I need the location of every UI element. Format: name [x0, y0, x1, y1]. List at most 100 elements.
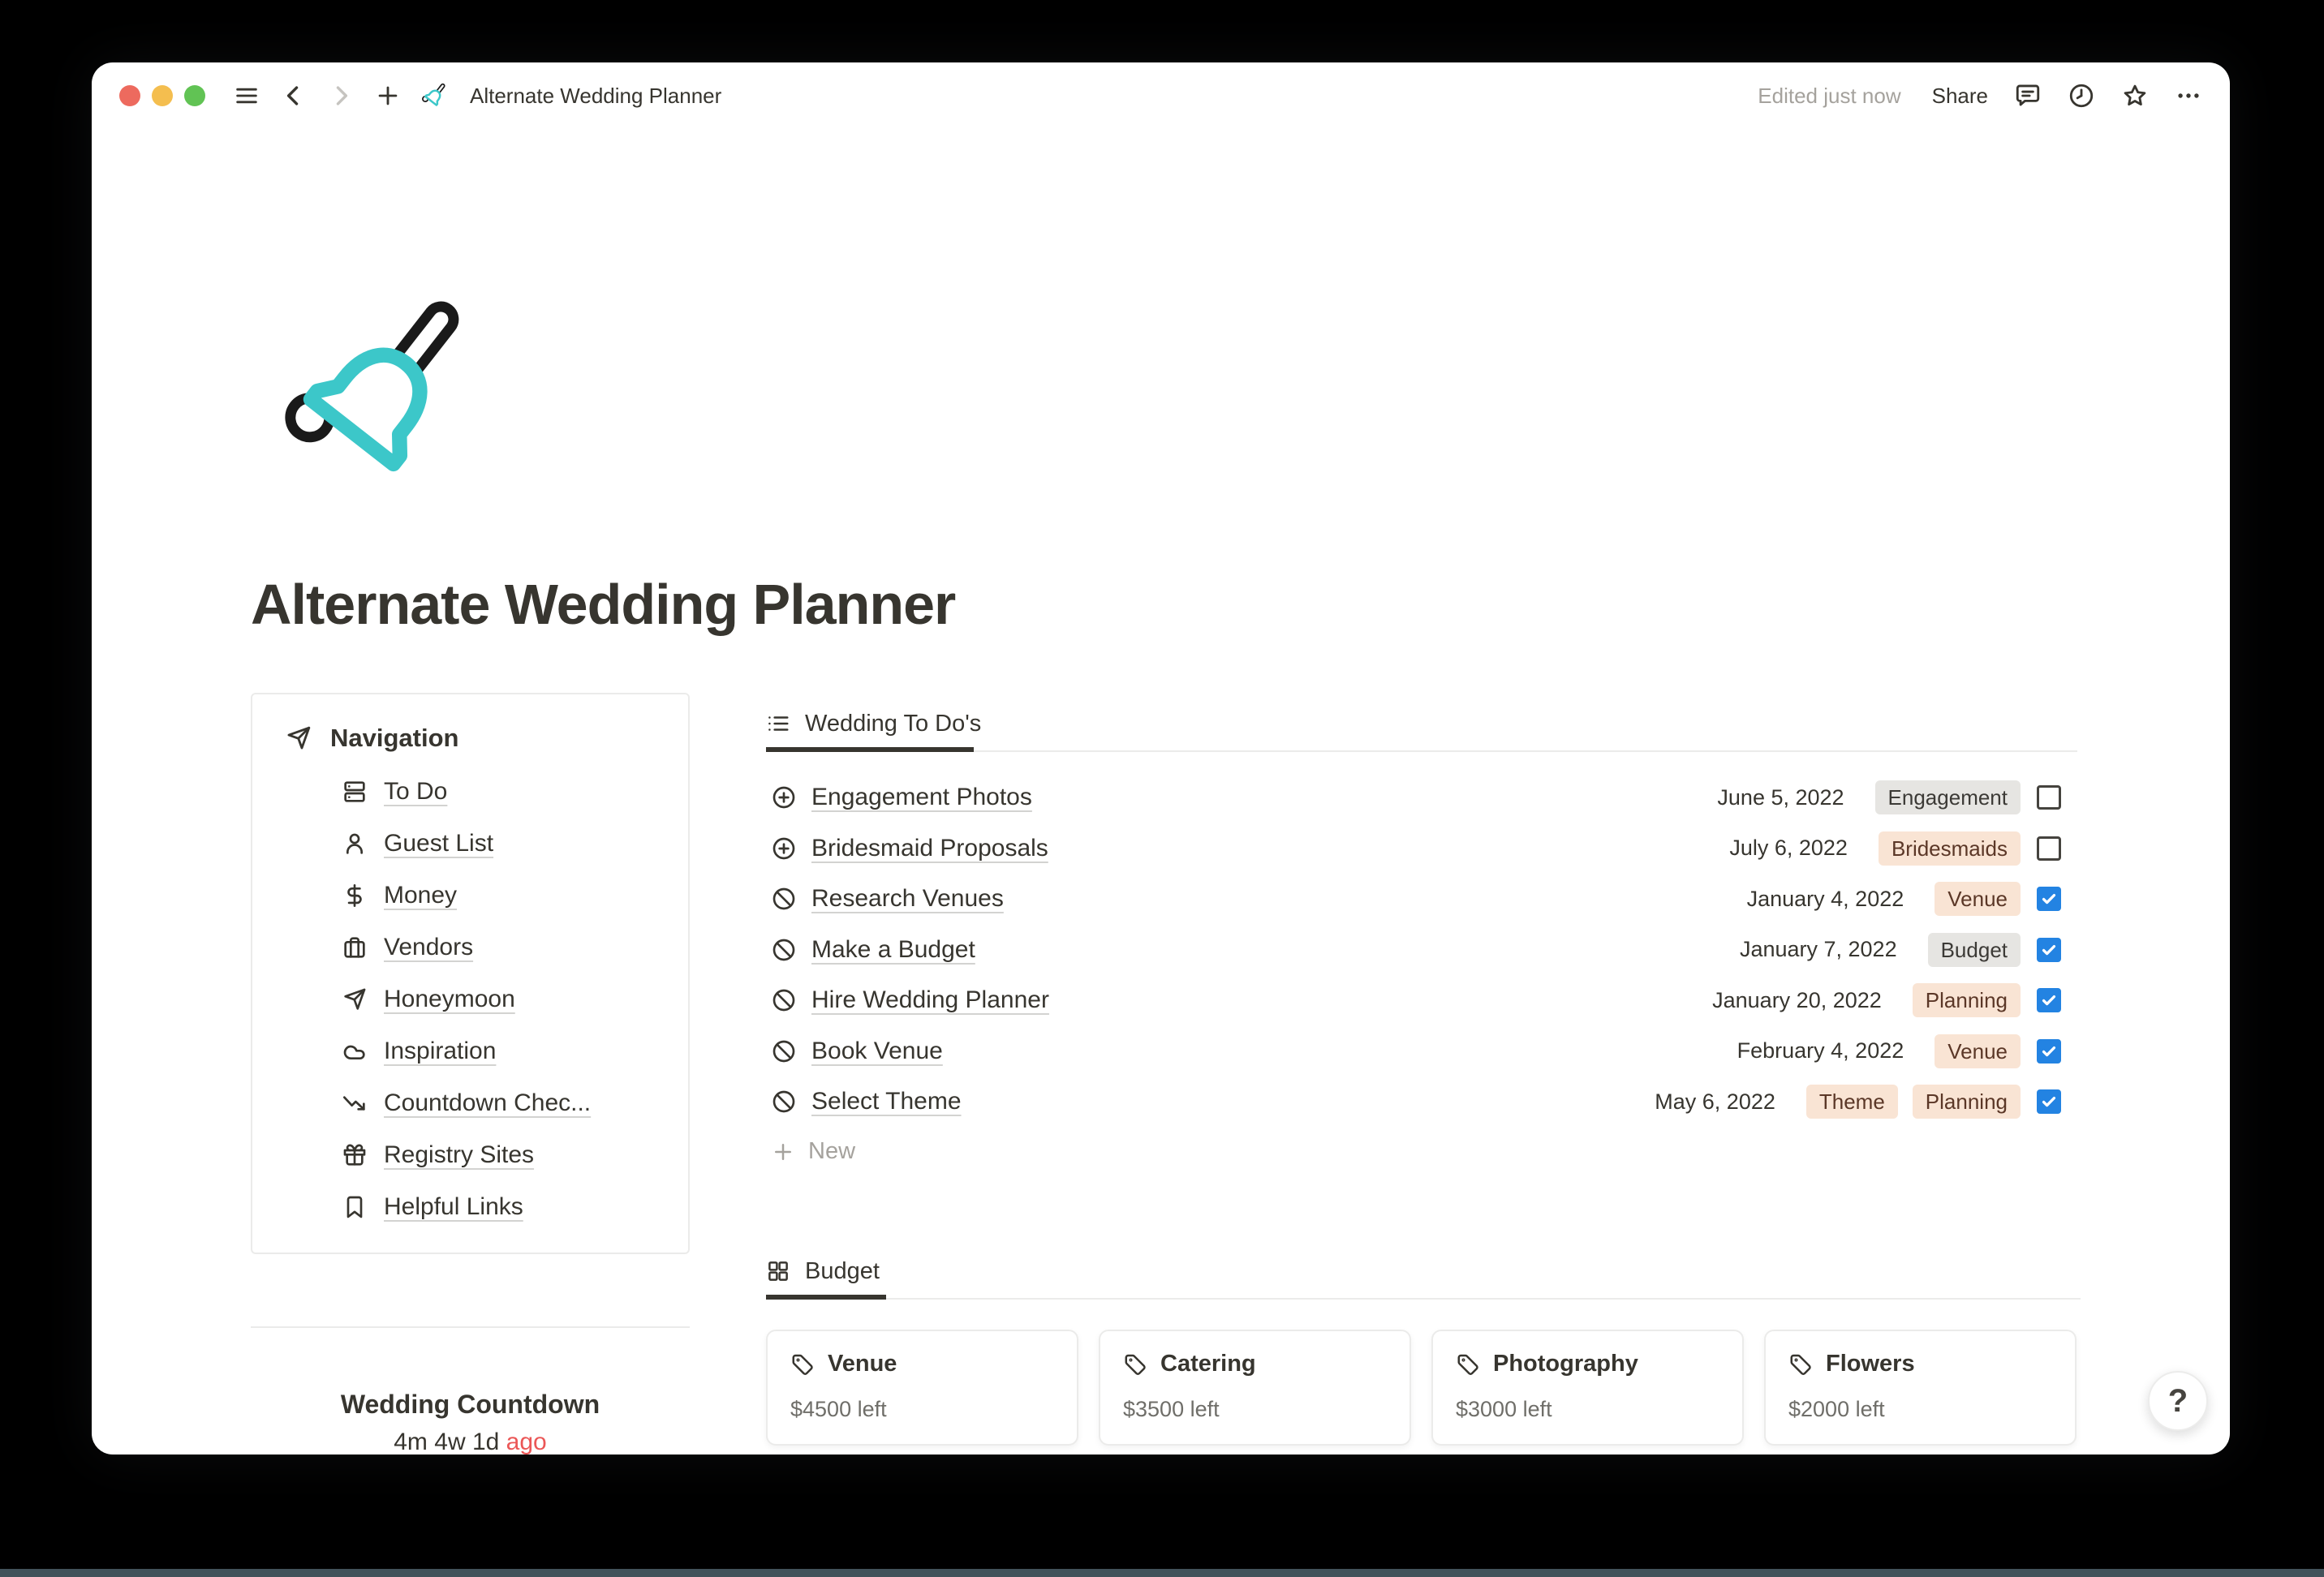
- task-tags: Bridesmaids: [1878, 831, 2021, 866]
- todo-section: Wedding To Do's Engagement Photos June 5…: [766, 703, 2077, 1175]
- zoom-window-button[interactable]: [184, 85, 205, 106]
- task-checkbox[interactable]: [2037, 1038, 2061, 1064]
- nav-link-label[interactable]: Honeymoon: [384, 986, 515, 1013]
- task-link[interactable]: Bridesmaid Proposals: [811, 835, 1048, 862]
- new-task-button[interactable]: New: [766, 1129, 2077, 1175]
- budget-card-header: Catering: [1123, 1351, 1387, 1377]
- task-checkbox[interactable]: [2037, 887, 2061, 912]
- task-date[interactable]: February 4, 2022: [1737, 1038, 1904, 1064]
- list-view-icon: [768, 716, 789, 731]
- nav-link-label[interactable]: Guest List: [384, 830, 493, 857]
- help-button[interactable]: ?: [2148, 1371, 2208, 1431]
- page-bell-icon: [422, 83, 445, 106]
- nav-link-label[interactable]: Registry Sites: [384, 1141, 534, 1169]
- gift-icon: [342, 1142, 368, 1168]
- task-tags: Planning: [1912, 983, 2021, 1018]
- sidebar-item[interactable]: Helpful Links: [342, 1181, 688, 1233]
- task-date[interactable]: January 4, 2022: [1747, 887, 1904, 912]
- minimize-window-button[interactable]: [152, 85, 173, 106]
- nav-link-label[interactable]: Countdown Chec...: [384, 1089, 591, 1117]
- budget-card[interactable]: Photography $3000 left: [1431, 1330, 1744, 1446]
- task-checkbox[interactable]: [2037, 988, 2061, 1013]
- bookmark-icon: [342, 1194, 368, 1220]
- person-icon: [342, 831, 368, 857]
- sidebar-item[interactable]: Money: [342, 870, 688, 922]
- task-link[interactable]: Hire Wedding Planner: [811, 986, 1049, 1014]
- budget-card[interactable]: Catering $3500 left: [1099, 1330, 1411, 1446]
- new-tab-icon[interactable]: [374, 82, 402, 110]
- task-checkbox[interactable]: [2037, 1089, 2061, 1115]
- forward-icon[interactable]: [327, 82, 355, 110]
- navigation-header: Navigation: [252, 694, 688, 766]
- tag-chip[interactable]: Bridesmaids: [1878, 831, 2021, 866]
- table-row: Bridesmaid Proposals July 6, 2022 Brides…: [766, 823, 2077, 874]
- breadcrumb[interactable]: Alternate Wedding Planner: [470, 84, 721, 109]
- paper-plane-icon: [342, 986, 368, 1012]
- nav-link-label[interactable]: Helpful Links: [384, 1193, 523, 1221]
- tab-budget[interactable]: Budget: [766, 1251, 2081, 1291]
- tag-chip[interactable]: Venue: [1935, 1033, 2021, 1068]
- sidebar-menu-icon[interactable]: [233, 82, 260, 110]
- sidebar-item[interactable]: Registry Sites: [342, 1129, 688, 1181]
- tag-chip[interactable]: Venue: [1935, 882, 2021, 917]
- sidebar-item[interactable]: Countdown Chec...: [342, 1077, 688, 1129]
- tag-chip[interactable]: Engagement: [1874, 780, 2021, 815]
- nav-link-label[interactable]: Inspiration: [384, 1038, 496, 1065]
- budget-card-header: Flowers: [1788, 1351, 2052, 1377]
- navigation-title: Navigation: [330, 724, 459, 752]
- sidebar-item[interactable]: To Do: [342, 766, 688, 818]
- paper-plane-icon: [287, 726, 311, 750]
- sidebar-item[interactable]: Inspiration: [342, 1025, 688, 1077]
- back-icon[interactable]: [280, 82, 308, 110]
- todo-tab-bar: Wedding To Do's: [766, 703, 2077, 752]
- comments-icon[interactable]: [2014, 82, 2042, 110]
- budget-card-title: Photography: [1493, 1351, 1638, 1377]
- task-link[interactable]: Engagement Photos: [811, 784, 1032, 811]
- sidebar-item[interactable]: Vendors: [342, 922, 688, 973]
- task-tags: Budget: [1927, 932, 2021, 967]
- task-link[interactable]: Research Venues: [811, 885, 1004, 913]
- dollar-icon: [342, 883, 368, 909]
- task-tags: Engagement: [1874, 780, 2021, 815]
- share-button[interactable]: Share: [1932, 84, 1988, 109]
- nav-link-label[interactable]: Vendors: [384, 934, 473, 961]
- check-icon: [2042, 944, 2056, 955]
- tag-chip[interactable]: Planning: [1912, 1085, 2021, 1119]
- history-icon[interactable]: [2068, 82, 2095, 110]
- task-link[interactable]: Select Theme: [811, 1088, 962, 1115]
- task-date[interactable]: July 6, 2022: [1729, 836, 1848, 861]
- sidebar-item[interactable]: Guest List: [342, 818, 688, 870]
- more-options-icon[interactable]: [2175, 82, 2202, 110]
- task-date[interactable]: May 6, 2022: [1655, 1089, 1775, 1115]
- task-tags: Venue: [1935, 882, 2021, 917]
- task-checkbox[interactable]: [2037, 937, 2061, 962]
- nav-link-label[interactable]: To Do: [384, 778, 447, 806]
- favorite-star-icon[interactable]: [2121, 82, 2149, 110]
- tag-chip[interactable]: Theme: [1805, 1085, 1898, 1119]
- task-date[interactable]: June 5, 2022: [1717, 785, 1844, 810]
- tag-chip[interactable]: Budget: [1927, 932, 2021, 967]
- task-link[interactable]: Book Venue: [811, 1038, 943, 1065]
- task-link[interactable]: Make a Budget: [811, 936, 975, 964]
- close-window-button[interactable]: [119, 85, 140, 106]
- tag-chip[interactable]: Planning: [1912, 983, 2021, 1018]
- countdown-ago: ago: [506, 1429, 547, 1455]
- tab-wedding-todos[interactable]: Wedding To Do's: [766, 703, 2077, 744]
- nav-link-label[interactable]: Money: [384, 882, 457, 909]
- task-checkbox[interactable]: [2037, 785, 2061, 810]
- task-date[interactable]: January 7, 2022: [1740, 937, 1897, 962]
- task-checkbox[interactable]: [2037, 836, 2061, 861]
- sidebar-item[interactable]: Honeymoon: [342, 973, 688, 1025]
- budget-cards: Venue $4500 left Catering $3500 left Pho…: [766, 1330, 2081, 1446]
- budget-tab-label: Budget: [805, 1257, 880, 1284]
- page-icon-bell[interactable]: [285, 296, 467, 491]
- briefcase-icon: [342, 935, 368, 960]
- countdown-duration: 4m 4w 1d: [394, 1429, 500, 1455]
- budget-card[interactable]: Flowers $2000 left: [1764, 1330, 2077, 1446]
- budget-card[interactable]: Venue $4500 left: [766, 1330, 1078, 1446]
- table-row: Research Venues January 4, 2022 Venue: [766, 874, 2077, 925]
- countdown-title: Wedding Countdown: [340, 1390, 600, 1419]
- table-row: Make a Budget January 7, 2022 Budget: [766, 925, 2077, 976]
- database-icon: [342, 779, 368, 805]
- task-date[interactable]: January 20, 2022: [1712, 988, 1882, 1013]
